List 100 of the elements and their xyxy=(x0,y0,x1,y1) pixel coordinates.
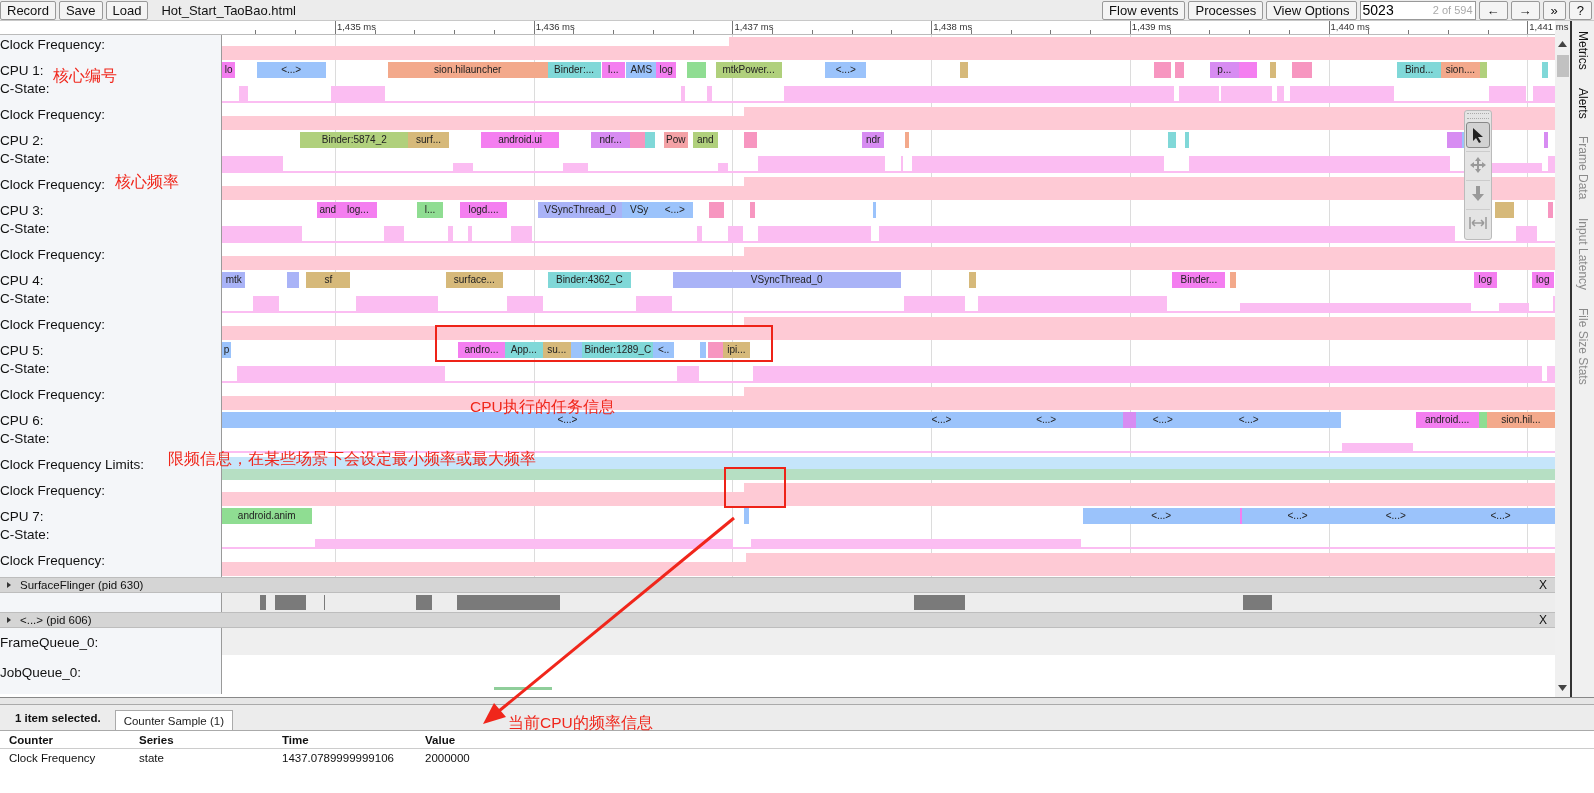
task-slice[interactable]: p xyxy=(222,342,232,358)
task-slice[interactable]: log xyxy=(656,62,676,78)
task-slice[interactable]: sion.hil... xyxy=(1486,412,1555,428)
scroll-thumb[interactable] xyxy=(1556,55,1569,77)
task-slice[interactable]: su... xyxy=(542,342,571,358)
task-slice[interactable] xyxy=(571,342,583,358)
task-slice[interactable]: VSyncThread_0 xyxy=(672,272,901,288)
close-button[interactable]: X xyxy=(1531,613,1555,627)
task-slice[interactable]: <...> xyxy=(656,202,694,218)
expand-icon[interactable] xyxy=(6,582,12,588)
thread-slice[interactable] xyxy=(1242,595,1273,610)
task-slice[interactable] xyxy=(687,62,707,78)
task-slice[interactable]: Pow xyxy=(663,132,688,148)
task-slice[interactable]: android.anim xyxy=(222,508,312,524)
task-slice[interactable] xyxy=(968,272,976,288)
task-slice[interactable] xyxy=(1168,132,1177,148)
nav-button[interactable]: ? xyxy=(1568,0,1592,20)
task-slice[interactable]: Binder:1289_C xyxy=(582,342,654,358)
task-slice[interactable]: VSyncThread_0 xyxy=(538,202,622,218)
task-slice[interactable]: <...> xyxy=(1353,508,1438,524)
task-slice[interactable] xyxy=(1292,62,1312,78)
task-slice[interactable] xyxy=(1547,202,1553,218)
task-slice[interactable]: android.... xyxy=(1415,412,1479,428)
task-slice[interactable]: mtkPower... xyxy=(715,62,782,78)
task-slice[interactable]: p... xyxy=(1210,62,1239,78)
task-slice[interactable]: VSy xyxy=(621,202,657,218)
task-slice[interactable] xyxy=(744,508,750,524)
task-slice[interactable] xyxy=(708,342,723,358)
task-slice[interactable] xyxy=(1184,132,1189,148)
task-slice[interactable]: <...> xyxy=(969,412,1123,428)
task-slice[interactable] xyxy=(959,62,968,78)
task-slice[interactable] xyxy=(1543,132,1548,148)
task-slice[interactable]: <...> xyxy=(1135,412,1190,428)
task-slice[interactable] xyxy=(645,132,656,148)
task-slice[interactable]: l... xyxy=(417,202,443,218)
task-slice[interactable]: lo xyxy=(222,62,236,78)
task-slice[interactable]: <...> xyxy=(1446,508,1555,524)
task-slice[interactable]: ipi... xyxy=(722,342,751,358)
scrollbar[interactable] xyxy=(1555,21,1570,697)
task-slice[interactable] xyxy=(287,272,300,288)
nav-button[interactable]: → xyxy=(1510,0,1540,20)
task-slice[interactable]: log... xyxy=(339,202,377,218)
side-tab[interactable]: Alerts xyxy=(1576,87,1590,119)
task-slice[interactable] xyxy=(904,132,909,148)
task-slice[interactable]: Binder:... xyxy=(547,62,601,78)
task-slice[interactable]: sf xyxy=(306,272,351,288)
task-slice[interactable]: and xyxy=(316,202,339,218)
task-slice[interactable] xyxy=(744,132,758,148)
task-slice[interactable]: <...> xyxy=(1241,508,1354,524)
toolbar-button[interactable]: View Options xyxy=(1266,0,1357,20)
task-slice[interactable] xyxy=(873,202,877,218)
task-slice[interactable]: l... xyxy=(601,62,625,78)
task-slice[interactable]: andro... xyxy=(458,342,505,358)
task-slice[interactable]: log xyxy=(1531,272,1554,288)
task-slice[interactable]: mtk xyxy=(222,272,246,288)
counter-sample-bar[interactable] xyxy=(493,687,552,690)
scroll-up-icon[interactable] xyxy=(1558,41,1567,47)
task-slice[interactable] xyxy=(630,132,646,148)
toolbar-button[interactable]: Load xyxy=(105,0,149,20)
task-slice[interactable] xyxy=(709,202,724,218)
close-button[interactable]: X xyxy=(1531,578,1555,592)
task-slice[interactable]: Bind... xyxy=(1397,62,1441,78)
thread-slice[interactable] xyxy=(274,595,307,610)
task-slice[interactable]: <.. xyxy=(653,342,674,358)
task-slice[interactable] xyxy=(1462,132,1465,148)
task-slice[interactable]: Binder:5874_2 xyxy=(300,132,409,148)
task-slice[interactable] xyxy=(1239,508,1242,524)
task-slice[interactable] xyxy=(1307,412,1342,428)
task-slice[interactable] xyxy=(750,202,756,218)
task-slice[interactable] xyxy=(1479,62,1487,78)
toolbar-button[interactable]: Flow events xyxy=(1102,0,1186,20)
task-slice[interactable]: <...> xyxy=(912,412,970,428)
nav-button[interactable]: ← xyxy=(1478,0,1508,20)
task-slice[interactable]: Binder... xyxy=(1172,272,1226,288)
task-slice[interactable]: logd.... xyxy=(460,202,507,218)
task-slice[interactable]: ndr... xyxy=(591,132,630,148)
task-slice[interactable]: App... xyxy=(504,342,543,358)
task-slice[interactable]: <...> xyxy=(825,62,867,78)
tool-button[interactable] xyxy=(1466,122,1490,148)
task-slice[interactable] xyxy=(1175,62,1184,78)
task-slice[interactable]: surface... xyxy=(445,272,503,288)
side-tab[interactable]: Metrics xyxy=(1576,31,1590,70)
task-slice[interactable]: and xyxy=(693,132,718,148)
task-slice[interactable]: sion.hilauncher xyxy=(387,62,548,78)
process-header[interactable]: <...> (pid 606) X xyxy=(0,612,1555,628)
task-slice[interactable]: android.ui xyxy=(481,132,559,148)
thread-slice[interactable] xyxy=(259,595,266,610)
expand-icon[interactable] xyxy=(6,617,12,623)
task-slice[interactable] xyxy=(1447,132,1463,148)
task-slice[interactable] xyxy=(1541,62,1548,78)
task-slice[interactable] xyxy=(1270,62,1277,78)
splitter-bar[interactable] xyxy=(0,698,1594,705)
task-slice[interactable] xyxy=(1154,62,1172,78)
toolbar-button[interactable]: Processes xyxy=(1188,0,1264,20)
task-slice[interactable]: <...> xyxy=(1189,412,1308,428)
toolbar-button[interactable]: Save xyxy=(58,0,103,20)
task-slice[interactable]: surf... xyxy=(408,132,449,148)
scroll-down-icon[interactable] xyxy=(1558,685,1567,691)
task-slice[interactable] xyxy=(1230,272,1237,288)
task-slice[interactable]: AMS xyxy=(625,62,657,78)
